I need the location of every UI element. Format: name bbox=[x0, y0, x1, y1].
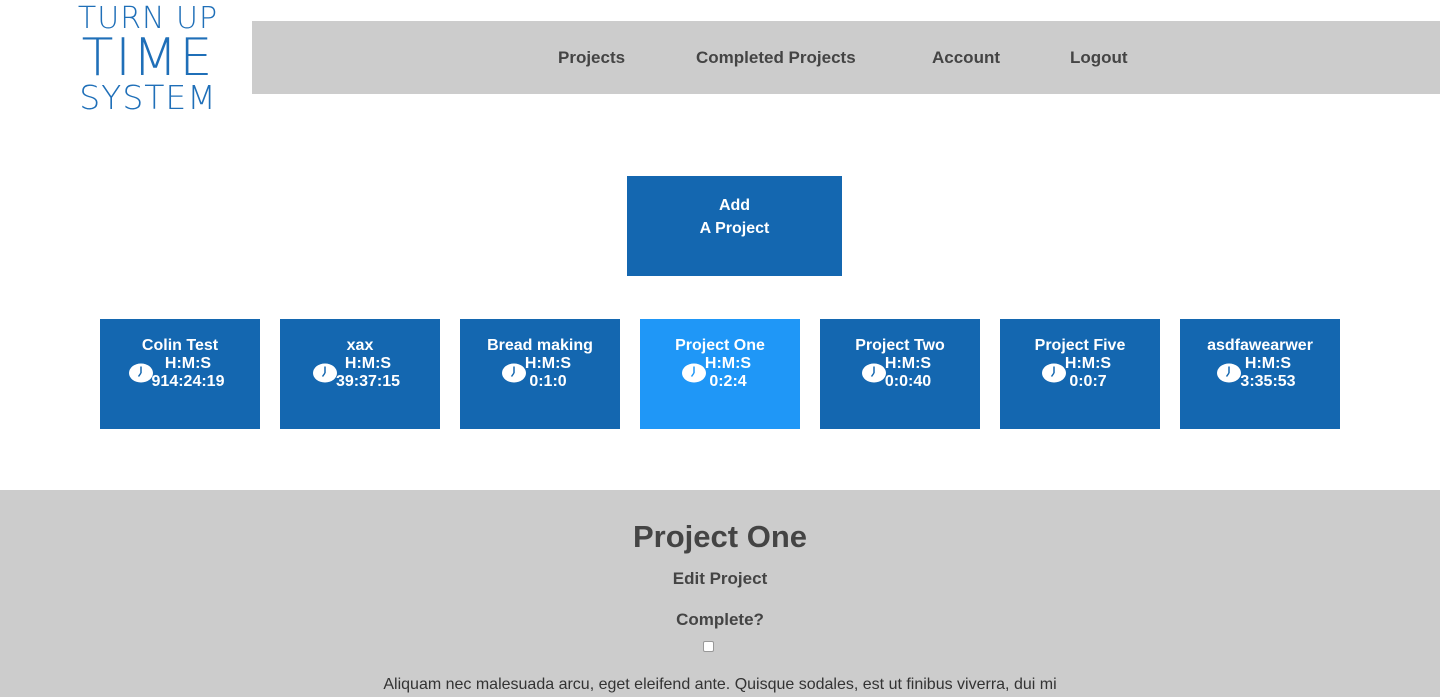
nav-account[interactable]: Account bbox=[932, 21, 1000, 94]
logo-line-2: TIME bbox=[81, 28, 215, 88]
edit-project-link[interactable]: Edit Project bbox=[673, 569, 767, 588]
time-units-label: H:M:S bbox=[884, 355, 932, 372]
nav-completed-projects[interactable]: Completed Projects bbox=[696, 21, 856, 94]
project-name: Project Five bbox=[1034, 337, 1126, 354]
elapsed-time: 0:2:4 bbox=[709, 373, 747, 390]
time-units-label: H:M:S bbox=[524, 355, 572, 372]
project-card[interactable]: asdfawearwer H:M:S 3:35:53 bbox=[1180, 319, 1340, 429]
project-name: asdfawearwer bbox=[1207, 337, 1313, 354]
time-units-label: H:M:S bbox=[1064, 355, 1112, 372]
elapsed-time: 0:1:0 bbox=[529, 373, 567, 390]
project-card[interactable]: xax H:M:S 39:37:15 bbox=[280, 319, 440, 429]
add-project-label-line-1: Add bbox=[718, 197, 751, 214]
clock-icon bbox=[1216, 363, 1241, 383]
complete-checkbox[interactable] bbox=[703, 641, 714, 652]
elapsed-time: 0:0:40 bbox=[884, 373, 932, 390]
clock-icon bbox=[861, 363, 886, 383]
project-card[interactable]: Bread making H:M:S 0:1:0 bbox=[460, 319, 620, 429]
project-card[interactable]: Project Five H:M:S 0:0:7 bbox=[1000, 319, 1160, 429]
clock-icon bbox=[501, 363, 526, 383]
elapsed-time: 3:35:53 bbox=[1240, 373, 1296, 390]
elapsed-time: 0:0:7 bbox=[1069, 373, 1107, 390]
project-name: Bread making bbox=[487, 337, 593, 354]
clock-icon bbox=[312, 363, 337, 383]
project-name: xax bbox=[346, 337, 374, 354]
project-name: Colin Test bbox=[141, 337, 219, 354]
project-name: Project One bbox=[675, 337, 765, 354]
project-name: Project Two bbox=[855, 337, 945, 354]
time-units-label: H:M:S bbox=[164, 355, 212, 372]
elapsed-time: 39:37:15 bbox=[335, 373, 401, 390]
add-project-button[interactable]: Add A Project bbox=[627, 176, 842, 276]
logo[interactable]: TURN UP TIME SYSTEM bbox=[68, 4, 228, 117]
time-units-label: H:M:S bbox=[704, 355, 752, 372]
project-detail-panel: Project One Edit Project Complete? Aliqu… bbox=[0, 490, 1440, 697]
project-card[interactable]: Project Two H:M:S 0:0:40 bbox=[820, 319, 980, 429]
clock-icon bbox=[128, 363, 153, 383]
nav-projects[interactable]: Projects bbox=[558, 21, 625, 94]
project-card[interactable]: Colin Test H:M:S 914:24:19 bbox=[100, 319, 260, 429]
add-project-label-line-2: A Project bbox=[699, 220, 770, 237]
clock-icon bbox=[681, 363, 706, 383]
time-units-label: H:M:S bbox=[1244, 355, 1292, 372]
nav-logout[interactable]: Logout bbox=[1070, 21, 1128, 94]
elapsed-time: 914:24:19 bbox=[151, 373, 225, 390]
project-card[interactable]: Project One H:M:S 0:2:4 bbox=[640, 319, 800, 429]
complete-label: Complete? bbox=[676, 610, 764, 629]
clock-icon bbox=[1041, 363, 1066, 383]
edit-project-row: Edit Project bbox=[0, 569, 1440, 589]
time-units-label: H:M:S bbox=[344, 355, 392, 372]
nav-bar: Projects Completed Projects Account Logo… bbox=[252, 21, 1440, 94]
project-description: Aliquam nec malesuada arcu, eget eleifen… bbox=[383, 676, 1057, 693]
project-title: Project One bbox=[633, 519, 807, 554]
logo-line-3: SYSTEM bbox=[79, 78, 217, 117]
